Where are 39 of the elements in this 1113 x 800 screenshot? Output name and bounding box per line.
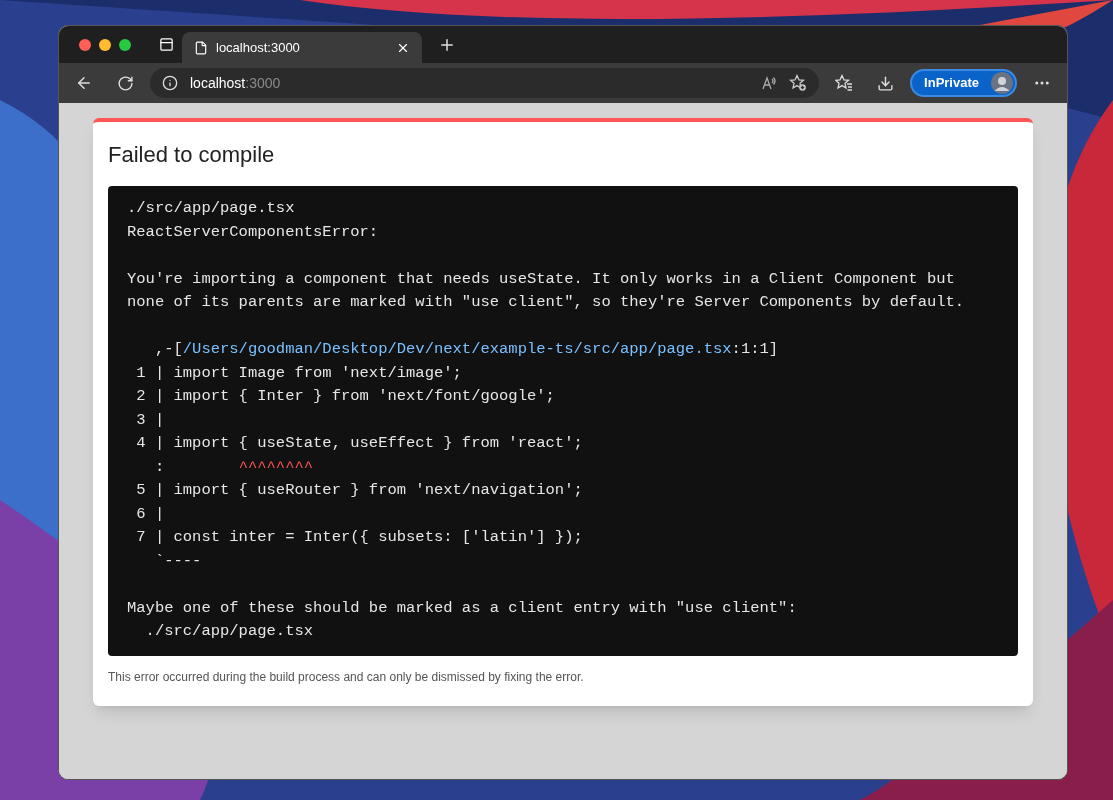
back-icon[interactable] [75, 74, 93, 92]
inprivate-button[interactable]: InPrivate [910, 69, 1017, 97]
code-text: none of its parents are marked with "use client", so they're Server Components by default. [127, 292, 965, 313]
code-text: ,-[ [153, 339, 183, 360]
close-window-icon[interactable] [79, 38, 91, 51]
browser-tab[interactable]: localhost:3000 [182, 32, 422, 63]
code-text: 3 | [135, 409, 165, 431]
code-text: `---- [153, 550, 202, 572]
file-path-link[interactable]: /Users/goodman/Desktop/Dev/next/example-ts/src/app/page.tsx [182, 338, 732, 362]
footer-note: This error occurred during the build process and can only be dismissed by fixing the error. [108, 668, 584, 686]
address-bar[interactable]: localhost:3000 [150, 68, 820, 98]
page-icon [194, 40, 208, 55]
code-text: 6 | [135, 503, 165, 525]
code-text: :1:1] [731, 339, 779, 360]
info-icon[interactable] [162, 75, 178, 91]
error-title: Failed to compile [108, 144, 275, 166]
minimize-window-icon[interactable] [99, 38, 111, 51]
download-icon[interactable] [877, 74, 895, 92]
favorites-icon[interactable] [835, 74, 854, 92]
refresh-icon[interactable] [117, 74, 134, 92]
tab-actions-icon[interactable] [159, 37, 174, 52]
code-text: ReactServerComponentsError: [127, 221, 379, 243]
code-text: ./src/app/page.tsx [127, 198, 295, 219]
code-text: : [153, 456, 165, 478]
code-text: 2 | import { Inter } from 'next/font/google'; [135, 386, 555, 407]
code-text: You're importing a component that needs useState. It only works in a Client Component but [127, 268, 955, 290]
url-text: localhost:3000 [190, 73, 282, 93]
code-text: 5 | import { useRouter } from 'next/navigation'; [135, 480, 583, 501]
code-text: 1 | import Image from 'next/image'; [135, 362, 462, 384]
read-aloud-icon[interactable] [761, 75, 778, 91]
tab-title: localhost:3000 [216, 38, 301, 57]
code-text: 7 | const inter = Inter({ subsets: ['latin'] }); [135, 527, 583, 548]
code-text: 4 | import { useState, useEffect } from 'react'; [135, 433, 583, 454]
error-underline: ^^^^^^^^ [238, 456, 314, 478]
maximize-window-icon[interactable] [119, 38, 131, 51]
code-text: Maybe one of these should be marked as a client entry with "use client": [127, 597, 797, 619]
avatar-icon [991, 72, 1013, 94]
code-text: ./src/app/page.tsx [144, 621, 314, 642]
add-favorite-icon[interactable] [789, 74, 808, 92]
